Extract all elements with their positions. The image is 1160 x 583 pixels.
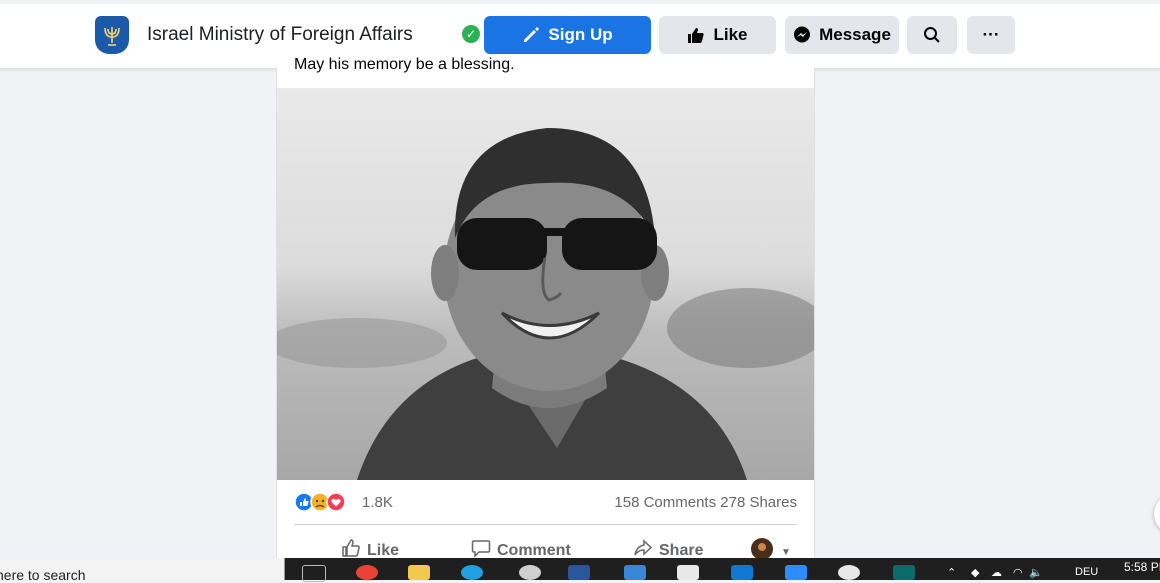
more-options-label: ··· bbox=[982, 25, 1000, 44]
reaction-icons[interactable] bbox=[294, 492, 358, 512]
reaction-count[interactable]: 1.8K bbox=[362, 494, 393, 511]
share-label: Share bbox=[659, 541, 704, 559]
love-reaction-icon bbox=[326, 492, 346, 512]
settings-gear-icon[interactable] bbox=[519, 565, 541, 580]
taskbar-clock[interactable]: 5:58 PM bbox=[1124, 560, 1160, 574]
dropbox-tray-icon[interactable]: ◆ bbox=[971, 566, 979, 579]
pencil-icon bbox=[522, 26, 540, 44]
comments-shares-count[interactable]: 158 Comments 278 Shares bbox=[614, 494, 797, 511]
search-button[interactable] bbox=[907, 16, 957, 54]
sign-up-label: Sign Up bbox=[548, 25, 613, 44]
app-icon[interactable] bbox=[893, 565, 915, 580]
comment-label: Comment bbox=[497, 541, 571, 559]
file-explorer-icon[interactable] bbox=[408, 565, 430, 580]
volume-tray-icon[interactable]: 🔈 bbox=[1029, 566, 1043, 579]
store-icon[interactable] bbox=[677, 565, 699, 580]
taskbar-search-box[interactable]: here to search bbox=[0, 558, 285, 583]
zoom-icon[interactable] bbox=[785, 565, 807, 580]
chrome-icon[interactable] bbox=[356, 565, 378, 580]
mail-icon[interactable] bbox=[731, 565, 753, 580]
chevron-down-icon: ▼ bbox=[781, 547, 791, 558]
reactions-row: 1.8K 158 Comments 278 Shares bbox=[294, 488, 797, 516]
word-icon[interactable] bbox=[568, 565, 590, 580]
message-button[interactable]: Message bbox=[785, 16, 899, 54]
like-page-button[interactable]: Like bbox=[659, 16, 776, 54]
page-header: Israel Ministry of Foreign Affairs ✓ Sig… bbox=[0, 0, 1160, 69]
edge-icon[interactable] bbox=[461, 565, 483, 580]
wifi-tray-icon[interactable]: ◠ bbox=[1013, 566, 1023, 579]
verified-badge-icon: ✓ bbox=[462, 25, 480, 43]
like-page-label: Like bbox=[713, 25, 748, 44]
like-post-label: Like bbox=[367, 541, 400, 559]
taskbar-search-placeholder: here to search bbox=[0, 567, 86, 583]
task-view-icon[interactable] bbox=[302, 565, 326, 582]
page-title[interactable]: Israel Ministry of Foreign Affairs bbox=[147, 24, 413, 46]
windows-taskbar: here to search ⌃ ◆ ☁ ◠ 🔈 DEU 5:58 PM bbox=[0, 558, 1160, 583]
page-logo[interactable] bbox=[95, 16, 129, 54]
header-top-strip bbox=[0, 0, 1160, 4]
messenger-icon bbox=[793, 26, 811, 44]
slack-icon[interactable] bbox=[838, 565, 860, 580]
more-options-button[interactable]: ··· bbox=[967, 16, 1015, 54]
post-text: May his memory be a blessing. bbox=[294, 56, 515, 73]
floating-action-button[interactable] bbox=[1154, 494, 1160, 534]
menorah-emblem-icon bbox=[104, 27, 120, 46]
tray-chevron-up-icon[interactable]: ⌃ bbox=[947, 566, 956, 579]
search-icon bbox=[923, 26, 941, 44]
actions-divider bbox=[294, 524, 797, 525]
thumbs-up-icon bbox=[687, 26, 705, 44]
sign-up-button[interactable]: Sign Up bbox=[484, 16, 651, 54]
message-label: Message bbox=[819, 25, 891, 44]
calculator-icon[interactable] bbox=[624, 565, 646, 580]
cloud-tray-icon[interactable]: ☁ bbox=[991, 566, 1002, 579]
post-photo[interactable] bbox=[277, 88, 814, 480]
portrait-photo-image bbox=[277, 128, 814, 480]
post-card: May his memory be a blessing. 1.8K 158 C… bbox=[276, 56, 815, 560]
input-language-indicator[interactable]: DEU bbox=[1075, 566, 1098, 578]
